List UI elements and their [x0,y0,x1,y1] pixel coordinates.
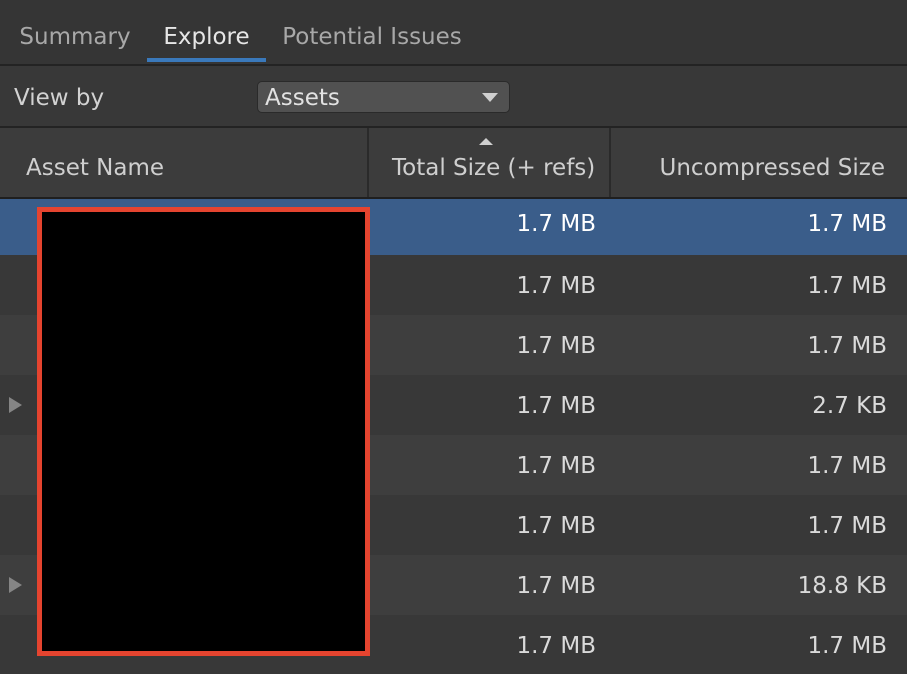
column-resize-handle[interactable] [609,128,611,197]
column-resize-handle[interactable] [367,128,369,197]
uncompressed-size-cell: 1.7 MB [807,273,887,299]
uncompressed-size-cell: 1.7 MB [807,633,887,659]
asset-explorer-panel: Summary Explore Potential Issues View by… [0,0,907,674]
uncompressed-size-cell: 1.7 MB [807,453,887,479]
total-size-cell: 1.7 MB [516,273,596,299]
view-by-value: Assets [265,85,340,111]
uncompressed-size-cell: 1.7 MB [807,513,887,539]
uncompressed-size-cell: 2.7 KB [812,393,887,419]
toolbar: View by Assets [0,66,907,128]
uncompressed-size-cell: 1.7 MB [807,333,887,359]
column-header-uncompressed-size[interactable]: Uncompressed Size [660,128,885,197]
expand-arrow-icon[interactable] [9,397,22,413]
tab-summary[interactable]: Summary [14,0,136,62]
total-size-cell: 1.7 MB [516,573,596,599]
total-size-cell: 1.7 MB [516,393,596,419]
redaction-box [37,207,370,656]
tab-bar: Summary Explore Potential Issues [0,0,907,66]
column-header-total-size[interactable]: Total Size (+ refs) [392,128,595,197]
view-by-label: View by [14,85,105,111]
uncompressed-size-cell: 18.8 KB [797,573,887,599]
total-size-cell: 1.7 MB [516,453,596,479]
total-size-cell: 1.7 MB [516,633,596,659]
tab-potential-issues[interactable]: Potential Issues [276,0,468,62]
tab-explore[interactable]: Explore [147,0,266,62]
total-size-cell: 1.7 MB [516,333,596,359]
chevron-down-icon [482,93,498,102]
view-by-dropdown[interactable]: Assets [257,81,510,113]
table-header: Asset Name Total Size (+ refs) Uncompres… [0,128,907,199]
total-size-cell: 1.7 MB [516,513,596,539]
column-header-asset-name[interactable]: Asset Name [26,128,164,197]
expand-arrow-icon[interactable] [9,577,22,593]
uncompressed-size-cell: 1.7 MB [807,211,887,237]
total-size-cell: 1.7 MB [516,211,596,237]
